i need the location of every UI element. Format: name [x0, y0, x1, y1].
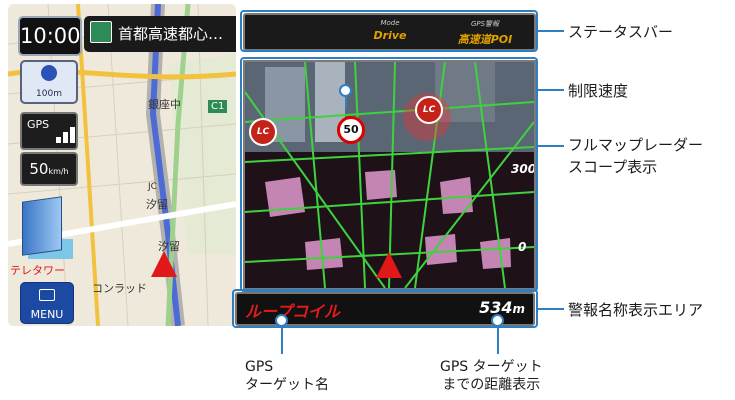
menu-label: MENU: [30, 308, 64, 321]
map-label-junction: JC: [148, 182, 157, 192]
speed-limit-leader: [536, 89, 564, 91]
warning-area-leader: [536, 308, 564, 310]
gps-distance-callout: GPS ターゲット までの距離表示: [440, 358, 543, 394]
clock: 10:00: [18, 16, 82, 56]
radar-highlight: [240, 57, 538, 292]
gps-name-callout: GPS ターゲット名: [245, 358, 329, 394]
route-banner: 首都高速都心…: [84, 16, 236, 52]
gps-distance-callout-line2: までの距離表示: [442, 377, 541, 393]
speed-unit: km/h: [48, 167, 69, 176]
signal-bar-icon: [70, 127, 75, 143]
map-label-teletower: テレタワー: [10, 264, 65, 277]
route-name: 首都高速都心…: [118, 25, 224, 43]
signal-bar-icon: [63, 132, 68, 143]
map-label-shiodome: 汐留: [146, 198, 168, 211]
warning-area-callout: 警報名称表示エリア: [568, 301, 704, 319]
speed-limit-callout: 制限速度: [568, 82, 629, 100]
building-3d-icon: [22, 196, 62, 256]
status-bar-highlight: [240, 10, 538, 52]
speed-value: 50: [29, 160, 49, 178]
gps-distance-callout-line1: GPS ターゲット: [440, 359, 543, 375]
vehicle-position-icon: [151, 251, 177, 277]
radar-callout-line2: スコープ表示: [568, 158, 658, 176]
gps-name-callout-line1: GPS: [245, 359, 274, 375]
speed-indicator: 50km/h: [20, 152, 78, 186]
map-label-conrad: コンラッド: [92, 282, 147, 295]
navigation-map[interactable]: 銀座中 JC 汐留 汐留 テレタワー コンラッド C1 10:00 首都高速都心…: [8, 4, 236, 326]
radar-leader: [536, 145, 564, 147]
compass-icon: [41, 65, 57, 81]
map-label-ginza: 銀座中: [148, 98, 181, 111]
scale-button[interactable]: 100m: [20, 60, 78, 104]
signal-bar-icon: [56, 137, 61, 143]
status-bar-leader: [536, 30, 564, 32]
menu-icon: [39, 289, 55, 301]
gps-name-leader: [281, 326, 283, 354]
highway-icon: [90, 21, 112, 43]
gps-indicator: GPS: [20, 112, 78, 150]
scale-label: 100m: [36, 89, 62, 99]
gps-name-callout-line2: ターゲット名: [245, 377, 329, 393]
gps-distance-leader: [497, 326, 499, 354]
status-bar-callout: ステータスバー: [568, 23, 674, 41]
menu-button[interactable]: MENU: [20, 282, 74, 324]
radar-callout: フルマップレーダー スコープ表示: [568, 134, 703, 178]
map-label-c1: C1: [208, 100, 228, 113]
gps-label: GPS: [27, 118, 50, 131]
radar-callout-line1: フルマップレーダー: [568, 136, 704, 154]
